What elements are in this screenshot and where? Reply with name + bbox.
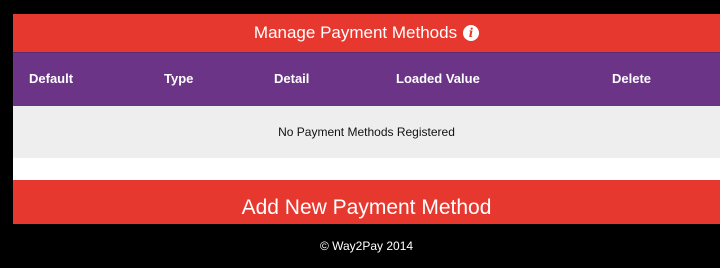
column-header-default: Default [29,71,74,86]
column-header-delete: Delete [612,71,652,86]
payment-methods-panel: Manage Payment Methods i Default Type De… [13,14,720,238]
empty-message: No Payment Methods Registered [278,125,455,139]
panel-header: Manage Payment Methods i [13,14,720,52]
column-header-type: Type [164,71,194,86]
copyright-text: © Way2Pay 2014 [319,239,414,253]
column-header-detail: Detail [274,71,310,86]
column-header-loaded-value: Loaded Value [396,71,480,86]
table-header: Default Type Detail Loaded Value Delete [13,52,720,106]
add-payment-method-label: Add New Payment Method [241,196,492,219]
page-title: Manage Payment Methods [253,23,458,42]
footer: © Way2Pay 2014 [13,224,720,268]
empty-table-row: No Payment Methods Registered [13,106,720,158]
info-icon[interactable]: i [463,25,480,41]
